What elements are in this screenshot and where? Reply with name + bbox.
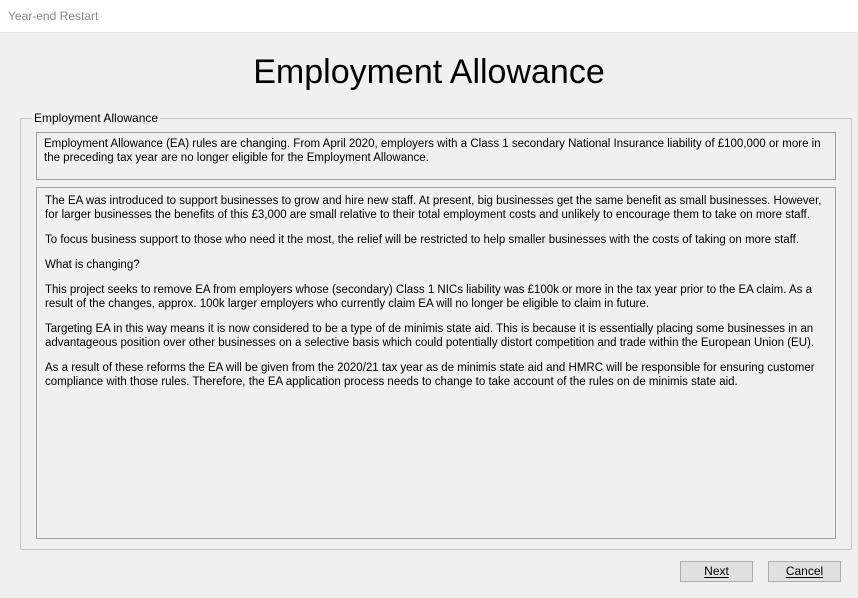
year-end-restart-window: Year-end Restart Employment Allowance Em… (0, 0, 858, 598)
details-paragraph-2: To focus business support to those who n… (45, 234, 800, 246)
next-button[interactable]: Next (680, 561, 753, 582)
cancel-button[interactable]: Cancel (768, 561, 841, 582)
details-paragraph-3: This project seeks to remove EA from emp… (45, 284, 812, 310)
page-heading: Employment Allowance (253, 53, 605, 91)
notice-panel: Employment Allowance (EA) rules are chan… (36, 132, 836, 180)
details-paragraph-5: As a result of these reforms the EA will… (45, 362, 815, 388)
details-paragraph-4: Targeting EA in this way means it is now… (45, 323, 815, 349)
details-subheading: What is changing? (45, 259, 140, 271)
details-paragraph-1: The EA was introduced to support busines… (45, 195, 822, 221)
window-title: Year-end Restart (8, 9, 99, 23)
group-legend: Employment Allowance (32, 110, 161, 126)
notice-text: Employment Allowance (EA) rules are chan… (44, 138, 821, 164)
details-panel: The EA was introduced to support busines… (36, 187, 836, 539)
title-bar: Year-end Restart (0, 0, 858, 33)
